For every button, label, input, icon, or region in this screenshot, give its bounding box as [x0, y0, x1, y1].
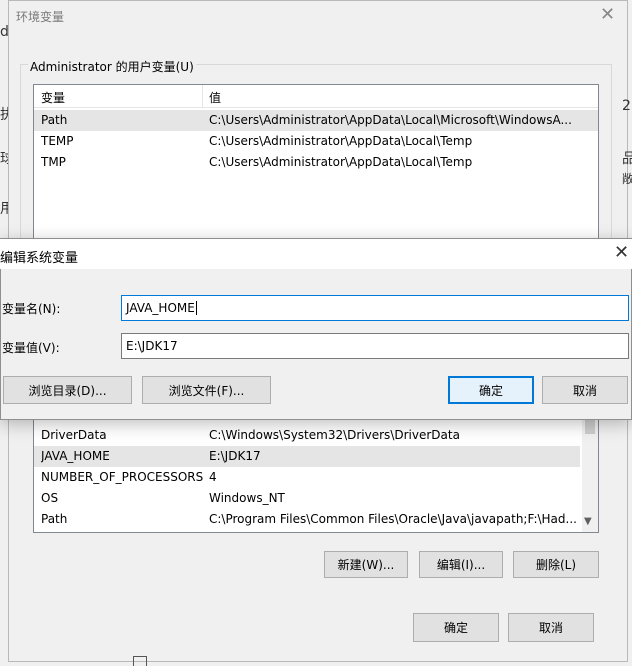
row-value: C:\Users\Administrator\AppData\Local\Tem…: [209, 134, 473, 148]
row-value: C:\Program Files\Common Files\Oracle\Jav…: [209, 512, 577, 526]
list-header: 变量 值: [34, 85, 598, 108]
row-value: C:\Users\Administrator\AppData\Local\Mic…: [209, 113, 572, 127]
partial-checkbox-fragment: [133, 656, 147, 666]
system-vars-scrollbar[interactable]: [582, 418, 598, 532]
system-vars-list[interactable]: DriverData C:\Windows\System32\Drivers\D…: [33, 410, 599, 533]
scrollbar-thumb[interactable]: [585, 418, 595, 434]
row-value: C:\Windows\System32\Drivers\DriverData: [209, 428, 460, 442]
row-name: NUMBER_OF_PROCESSORS: [41, 470, 204, 484]
edit-button[interactable]: 编辑(I)...: [419, 551, 503, 578]
user-vars-list[interactable]: 变量 值 Path C:\Users\Administrator\AppData…: [33, 84, 599, 244]
dialog-cancel-button[interactable]: 取消: [542, 376, 628, 404]
table-row[interactable]: TEMP C:\Users\Administrator\AppData\Loca…: [34, 131, 598, 152]
ok-button[interactable]: 确定: [413, 613, 499, 642]
new-button[interactable]: 新建(W)...: [324, 551, 408, 578]
column-header-name[interactable]: 变量: [41, 89, 65, 106]
row-name: TEMP: [41, 134, 74, 148]
user-vars-group-label: Administrator 的用户变量(U): [28, 58, 196, 75]
close-icon[interactable]: ✕: [614, 242, 629, 263]
variable-name-input[interactable]: JAVA_HOME: [121, 295, 629, 321]
edge-fragment: 敞: [622, 172, 632, 186]
row-name: Path: [41, 113, 68, 127]
row-value: C:\Users\Administrator\AppData\Local\Tem…: [209, 155, 473, 169]
table-row[interactable]: Path C:\Users\Administrator\AppData\Loca…: [34, 110, 598, 131]
row-value: 4: [209, 470, 217, 484]
row-name: JAVA_HOME: [41, 449, 110, 463]
edge-fragment: 2.: [622, 98, 632, 114]
delete-button[interactable]: 删除(L): [513, 551, 599, 578]
table-row[interactable]: NUMBER_OF_PROCESSORS 4: [34, 467, 598, 488]
variable-name-value: JAVA_HOME: [126, 301, 195, 315]
variable-value-input[interactable]: E:\JDK17: [121, 333, 629, 359]
row-name: DriverData: [41, 428, 107, 442]
browse-directory-button[interactable]: 浏览目录(D)...: [3, 376, 132, 404]
row-value: E:\JDK17: [209, 449, 261, 463]
browse-file-button[interactable]: 浏览文件(F)...: [142, 376, 271, 404]
dialog-title: 编辑系统变量: [0, 251, 79, 266]
window-title: 环境变量: [16, 10, 65, 24]
chevron-down-icon[interactable]: ▼: [584, 516, 592, 527]
table-row[interactable]: Path C:\Program Files\Common Files\Oracl…: [34, 509, 598, 530]
variable-value-label: 变量值(V):: [2, 341, 60, 355]
row-name: TMP: [41, 155, 66, 169]
edge-fragment: 品: [622, 151, 632, 167]
row-value: Windows_NT: [209, 491, 285, 505]
variable-value-value: E:\JDK17: [126, 339, 178, 353]
table-row[interactable]: DriverData C:\Windows\System32\Drivers\D…: [34, 425, 598, 446]
table-row[interactable]: OS Windows_NT: [34, 488, 598, 509]
cancel-button[interactable]: 取消: [508, 613, 594, 642]
dialog-titlebar: [0, 239, 632, 269]
table-row[interactable]: TMP C:\Users\Administrator\AppData\Local…: [34, 152, 598, 173]
text-caret: [195, 301, 197, 315]
row-name: Path: [41, 512, 68, 526]
row-name: OS: [41, 491, 59, 505]
column-header-value[interactable]: 值: [209, 89, 221, 106]
variable-name-label: 变量名(N):: [2, 302, 61, 316]
close-icon[interactable]: ✕: [600, 4, 615, 25]
dialog-ok-button[interactable]: 确定: [448, 376, 534, 404]
table-row[interactable]: JAVA_HOME E:\JDK17: [34, 446, 580, 467]
